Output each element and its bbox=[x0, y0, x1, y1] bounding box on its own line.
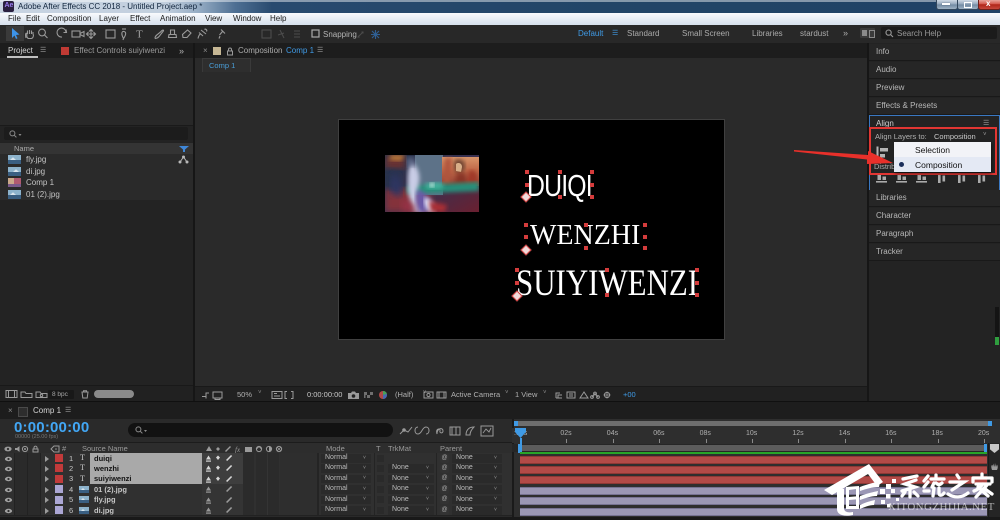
svg-text:T: T bbox=[136, 29, 143, 41]
svg-text:Snapping: Snapping bbox=[323, 30, 357, 39]
svg-text:fx: fx bbox=[235, 446, 241, 453]
svg-text:XITONGZHIJIA.NET: XITONGZHIJIA.NET bbox=[888, 501, 995, 513]
